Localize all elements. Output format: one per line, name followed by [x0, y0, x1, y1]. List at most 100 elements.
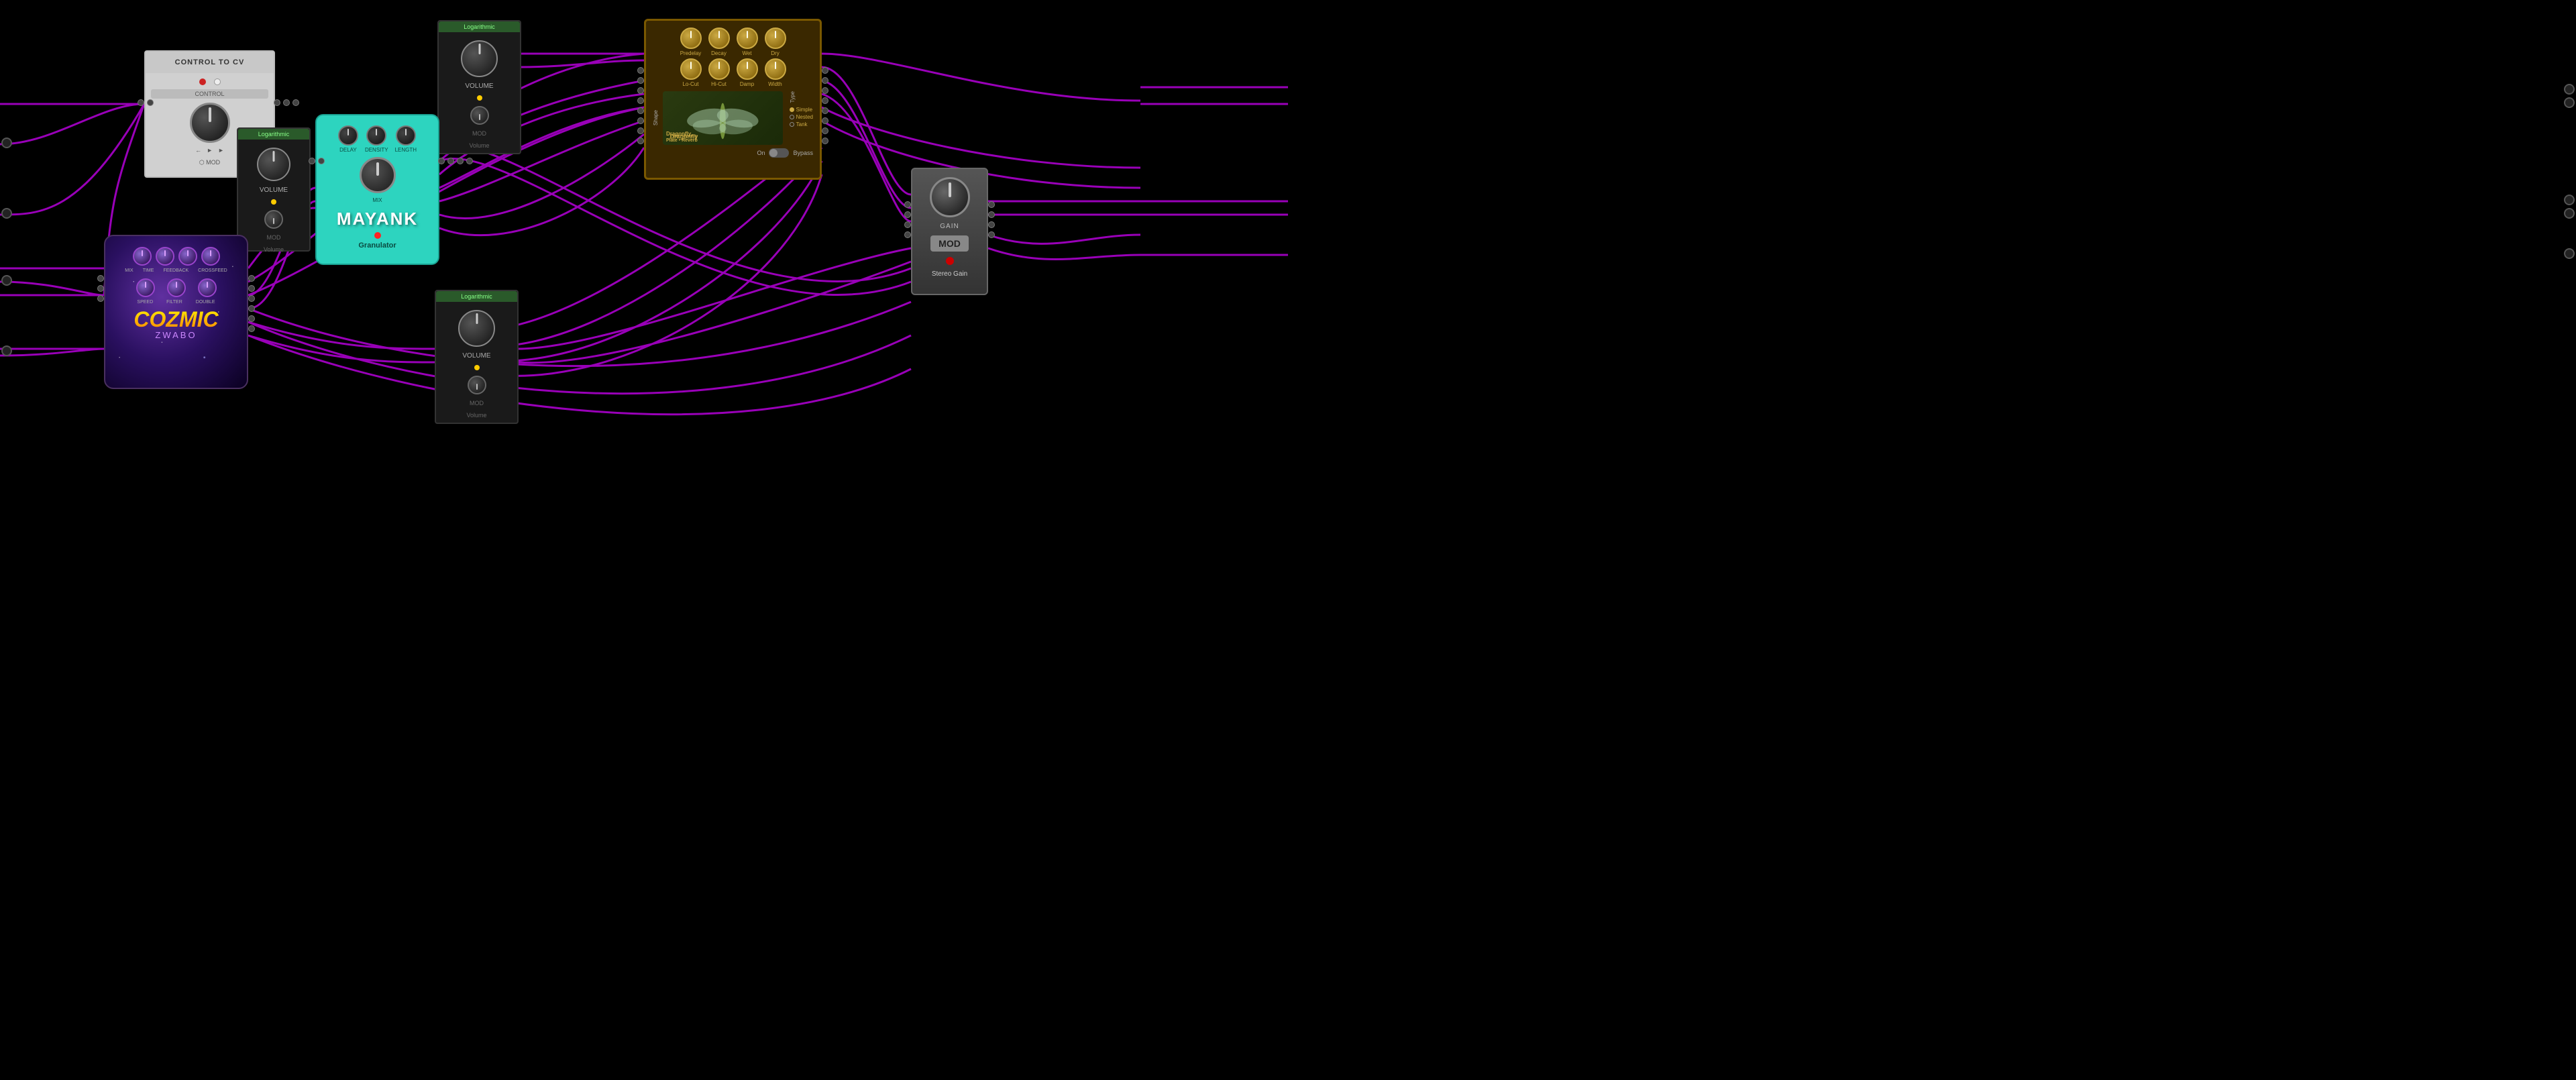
port[interactable]	[904, 211, 911, 218]
stereo-gain-right-ports	[988, 201, 995, 238]
dragonfly-wet-knob[interactable]	[737, 28, 758, 49]
right-port-4[interactable]	[2564, 208, 2575, 219]
port[interactable]	[822, 107, 828, 114]
port[interactable]	[904, 221, 911, 228]
left-port-1[interactable]	[1, 138, 12, 148]
port[interactable]	[274, 99, 280, 106]
dragonfly-damp-knob[interactable]	[737, 58, 758, 80]
cozmic-subtitle: ZWABO	[155, 330, 197, 340]
right-port-1[interactable]	[2564, 84, 2575, 95]
port[interactable]	[822, 138, 828, 144]
cozmic-crossfeed-knob[interactable]	[201, 247, 220, 266]
port[interactable]	[248, 305, 255, 312]
dragonfly-type-tank[interactable]: Tank	[790, 121, 813, 127]
port[interactable]	[138, 99, 144, 106]
port[interactable]	[904, 201, 911, 208]
port[interactable]	[97, 295, 104, 302]
port[interactable]	[822, 127, 828, 134]
dragonfly-onbypass-row: On Bypass	[653, 148, 813, 158]
port[interactable]	[637, 77, 644, 84]
stereo-gain-knob[interactable]	[930, 177, 970, 217]
port[interactable]	[988, 211, 995, 218]
port[interactable]	[822, 97, 828, 104]
dragonfly-dry-knob[interactable]	[765, 28, 786, 49]
dragonfly-type-nested[interactable]: Nested	[790, 114, 813, 120]
mod-volume-top-trim[interactable]	[470, 106, 489, 125]
control-to-cv-knob[interactable]	[190, 103, 230, 143]
port[interactable]	[637, 117, 644, 124]
port[interactable]	[637, 138, 644, 144]
port[interactable]	[438, 158, 445, 164]
mod-volume-top-header: Logarithmic	[439, 21, 520, 32]
dragonfly-hicut-knob[interactable]	[708, 58, 730, 80]
left-port-3[interactable]	[1, 275, 12, 286]
port[interactable]	[309, 158, 315, 164]
mod-volume-left-sublabel: Volume	[264, 246, 284, 253]
port[interactable]	[637, 87, 644, 94]
port[interactable]	[147, 99, 154, 106]
cozmic-mix-knob[interactable]	[133, 247, 152, 266]
dragonfly-left-ports	[637, 67, 644, 144]
granulator-delay-knob[interactable]	[338, 125, 358, 146]
port[interactable]	[457, 158, 464, 164]
control-to-cv-indicators	[199, 78, 221, 85]
port[interactable]	[292, 99, 299, 106]
port[interactable]	[248, 285, 255, 292]
dragonfly-decay-knob[interactable]	[708, 28, 730, 49]
port[interactable]	[988, 231, 995, 238]
port[interactable]	[637, 127, 644, 134]
port[interactable]	[97, 285, 104, 292]
port[interactable]	[283, 99, 290, 106]
cozmic-double-knob[interactable]	[198, 278, 217, 297]
port[interactable]	[988, 221, 995, 228]
mod-volume-left-body: VOLUME MOD Volume	[238, 140, 309, 258]
port[interactable]	[822, 87, 828, 94]
port[interactable]	[466, 158, 473, 164]
mod-volume-bottom-trim[interactable]	[468, 376, 486, 394]
cozmic-time-knob[interactable]	[156, 247, 174, 266]
dragonfly-nested-radio[interactable]	[790, 115, 794, 119]
dragonfly-width-knob[interactable]	[765, 58, 786, 80]
dragonfly-tank-radio[interactable]	[790, 122, 794, 127]
mod-volume-bottom-label: VOLUME	[462, 352, 490, 360]
mod-volume-top-led	[477, 95, 482, 101]
port[interactable]	[822, 67, 828, 74]
mod-volume-top-knob[interactable]	[461, 40, 498, 77]
port[interactable]	[248, 325, 255, 332]
dragonfly-simple-radio[interactable]	[790, 107, 794, 112]
right-port-3[interactable]	[2564, 195, 2575, 205]
port[interactable]	[988, 201, 995, 208]
cozmic-filter-knob[interactable]	[167, 278, 186, 297]
mod-volume-left-knob[interactable]	[257, 148, 290, 181]
dragonfly-knobs-row2: Lo-Cut Hi-Cut Damp Width	[653, 58, 813, 87]
right-port-5[interactable]	[2564, 248, 2575, 259]
port[interactable]	[318, 158, 325, 164]
cozmic-feedback-knob[interactable]	[178, 247, 197, 266]
port[interactable]	[637, 97, 644, 104]
port[interactable]	[822, 117, 828, 124]
port[interactable]	[248, 295, 255, 302]
left-port-2[interactable]	[1, 208, 12, 219]
granulator-density-knob[interactable]	[366, 125, 386, 146]
mod-volume-bottom-knob[interactable]	[458, 310, 495, 347]
dragonfly-toggle[interactable]	[769, 148, 789, 158]
right-port-2[interactable]	[2564, 97, 2575, 108]
granulator-length-knob[interactable]	[396, 125, 416, 146]
port[interactable]	[248, 315, 255, 322]
granulator-mix-knob[interactable]	[360, 157, 396, 193]
port[interactable]	[97, 275, 104, 282]
dragonfly-type-simple[interactable]: Simple	[790, 107, 813, 113]
dragonfly-locut-knob[interactable]	[680, 58, 702, 80]
port[interactable]	[904, 231, 911, 238]
port[interactable]	[637, 107, 644, 114]
port[interactable]	[637, 67, 644, 74]
dragonfly-predelay-knob[interactable]	[680, 28, 702, 49]
port[interactable]	[822, 77, 828, 84]
port[interactable]	[447, 158, 454, 164]
mod-volume-left-trim[interactable]	[264, 210, 283, 229]
left-port-4[interactable]	[1, 345, 12, 356]
left-edge-ports	[0, 0, 13, 1080]
dragonfly-locut-label: Lo-Cut	[682, 81, 698, 87]
port[interactable]	[248, 275, 255, 282]
cozmic-speed-knob[interactable]	[136, 278, 155, 297]
